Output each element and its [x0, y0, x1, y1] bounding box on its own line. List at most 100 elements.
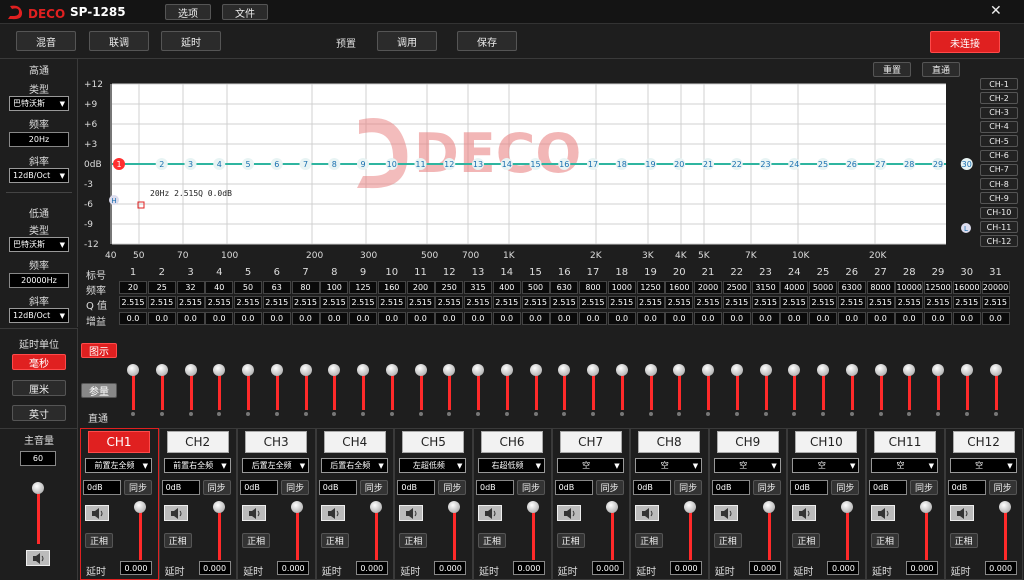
eq-band-bypass-dot[interactable] [792, 412, 797, 416]
channel-mute-button[interactable] [163, 505, 188, 521]
display-button[interactable]: 图示 [81, 343, 117, 358]
eq-gain-cell[interactable]: 0.0 [492, 312, 521, 325]
eq-band-slider-knob[interactable] [213, 364, 226, 376]
channel-list-item[interactable]: CH-2 [980, 92, 1018, 105]
eq-gain-cell[interactable]: 0.0 [234, 312, 262, 325]
eq-band-slider-knob[interactable] [644, 364, 657, 376]
eq-band-slider-knob[interactable] [472, 364, 484, 376]
channel-tab[interactable]: CH5 [402, 431, 465, 453]
channel-volume-knob[interactable] [291, 501, 304, 513]
eq-band-bypass-dot[interactable] [303, 412, 308, 416]
eq-q-cell[interactable]: 2.515 [320, 296, 349, 309]
eq-gain-cell[interactable]: 0.0 [579, 312, 607, 325]
eq-q-cell[interactable]: 2.515 [866, 296, 895, 309]
eq-band-bypass-dot[interactable] [878, 412, 883, 416]
eq-band-bypass-dot-wrap[interactable] [183, 410, 199, 418]
eq-q-cell[interactable]: 2.515 [464, 296, 492, 309]
channel-gain-field[interactable]: 0dB [476, 480, 514, 495]
save-button[interactable]: 保存 [457, 31, 517, 51]
eq-gain-cell[interactable]: 0.0 [722, 312, 751, 325]
channel-list-item[interactable]: CH-12 [980, 235, 1018, 248]
eq-gain-cell[interactable]: 0.0 [435, 312, 464, 325]
eq-band-slider-knob[interactable] [788, 364, 801, 376]
eq-q-cell[interactable]: 2.515 [924, 296, 952, 309]
eq-band-bypass-dot[interactable] [821, 412, 825, 416]
menu-file[interactable]: 文件 [222, 4, 268, 20]
channel-gain-field[interactable]: 0dB [83, 480, 121, 495]
channel-volume-knob[interactable] [841, 501, 854, 513]
eq-q-cell[interactable]: 2.515 [809, 296, 837, 309]
eq-band-slider-knob[interactable] [385, 364, 398, 376]
eq-band-slider-knob[interactable] [932, 364, 944, 376]
master-value[interactable]: 60 [20, 451, 56, 466]
eq-band-bypass-dot-wrap[interactable] [815, 410, 831, 418]
eq-q-cell[interactable]: 2.515 [406, 296, 435, 309]
channel-source-select[interactable]: 空 [792, 458, 860, 473]
channel-phase-button[interactable]: 正相 [713, 533, 742, 548]
channel-gain-field[interactable]: 0dB [397, 480, 436, 495]
mix-button[interactable]: 混音 [16, 31, 76, 51]
channel-sync-button[interactable]: 同步 [752, 480, 781, 495]
eq-band-slider[interactable] [758, 330, 774, 410]
eq-band-slider[interactable] [125, 330, 141, 410]
eq-gain-cell[interactable]: 0.0 [952, 312, 981, 325]
channel-phase-button[interactable]: 正相 [949, 533, 978, 548]
unit-ms-button[interactable]: 毫秒 [12, 354, 66, 370]
eq-band-bypass-dot[interactable] [159, 412, 164, 416]
channel-mute-button[interactable] [713, 505, 738, 521]
eq-band-bypass-dot-wrap[interactable] [758, 410, 774, 418]
eq-band-slider-knob[interactable] [443, 364, 456, 376]
eq-gain-cell[interactable]: 0.0 [895, 312, 924, 325]
channel-sync-button[interactable]: 同步 [438, 480, 467, 495]
eq-q-cell[interactable]: 2.515 [607, 296, 636, 309]
channel-volume-slider[interactable] [682, 498, 698, 560]
eq-freq-cell[interactable]: 315 [464, 281, 492, 294]
eq-q-cell[interactable]: 2.515 [895, 296, 924, 309]
eq-q-cell[interactable]: 2.515 [176, 296, 205, 309]
channel-mute-button[interactable] [399, 505, 424, 521]
eq-band-bypass-dot[interactable] [562, 412, 567, 416]
eq-gain-cell[interactable]: 0.0 [406, 312, 435, 325]
eq-freq-cell[interactable]: 25 [147, 281, 176, 294]
channel-delay-field[interactable]: 0.000 [748, 561, 781, 575]
eq-band-bypass-dot-wrap[interactable] [125, 410, 141, 418]
eq-band-bypass-dot-wrap[interactable] [326, 410, 342, 418]
channel-source-select[interactable]: 后置左全频 [242, 458, 310, 473]
eq-gain-cell[interactable]: 0.0 [837, 312, 866, 325]
eq-q-cell[interactable]: 2.515 [722, 296, 751, 309]
eq-band-slider-knob[interactable] [529, 364, 542, 376]
channel-volume-slider[interactable] [997, 498, 1013, 560]
eq-band-slider[interactable] [298, 330, 314, 410]
channel-list-item[interactable]: CH-3 [980, 106, 1018, 119]
channel-gain-field[interactable]: 0dB [240, 480, 279, 495]
eq-freq-cell[interactable]: 2500 [722, 281, 751, 294]
channel-phase-button[interactable]: 正相 [85, 533, 113, 548]
eq-band-bypass-dot[interactable] [246, 412, 250, 416]
channel-sync-button[interactable]: 同步 [359, 480, 388, 495]
channel-mute-button[interactable] [478, 505, 502, 521]
channel-volume-slider[interactable] [446, 498, 462, 560]
eq-q-cell[interactable]: 2.515 [435, 296, 464, 309]
reset-button[interactable]: 重置 [873, 62, 911, 77]
channel-volume-knob[interactable] [762, 501, 775, 513]
channel-source-select[interactable]: 空 [713, 458, 781, 473]
channel-tab[interactable]: CH7 [559, 431, 622, 453]
eq-freq-cell[interactable]: 125 [349, 281, 377, 294]
eq-band-bypass-dot-wrap[interactable] [211, 410, 227, 418]
eq-band-slider[interactable] [211, 330, 227, 410]
eq-freq-cell[interactable]: 630 [550, 281, 579, 294]
unit-inch-button[interactable]: 英寸 [12, 405, 66, 421]
eq-band-bypass-dot-wrap[interactable] [988, 410, 1004, 418]
eq-band-bypass-dot[interactable] [533, 412, 538, 416]
connect-button[interactable]: 未连接 [930, 31, 1000, 53]
eq-freq-cell[interactable]: 63 [262, 281, 291, 294]
eq-band-bypass-dot[interactable] [476, 412, 480, 416]
eq-freq-cell[interactable]: 12500 [924, 281, 952, 294]
eq-band-slider[interactable] [585, 330, 601, 410]
channel-tab[interactable]: CH1 [88, 431, 150, 453]
channel-phase-button[interactable]: 正相 [556, 533, 585, 548]
eq-freq-cell[interactable]: 16000 [952, 281, 981, 294]
eq-graph[interactable]: +12 +9 +6 +3 0dB -3 -6 -9 -12 30 40 50 70 100 200 300 50… [71, 80, 1002, 266]
eq-band-bypass-dot[interactable] [734, 412, 739, 416]
eq-freq-cell[interactable]: 800 [579, 281, 607, 294]
